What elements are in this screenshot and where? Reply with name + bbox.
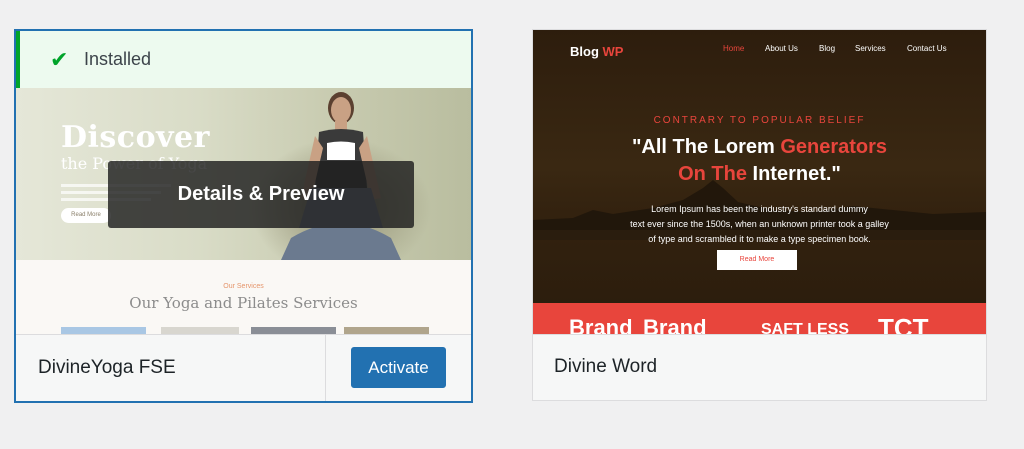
nav-item-about: About Us (765, 44, 798, 53)
service-thumb (344, 327, 429, 334)
site-logo: Blog WP (570, 44, 624, 59)
brand-logo: SAFT LESS (761, 321, 850, 334)
theme-name: DivineYoga FSE (38, 357, 176, 378)
installed-label: Installed (84, 49, 152, 69)
services-eyebrow: Our Services (223, 283, 264, 290)
hero-headline: "All The Lorem Generators On The Interne… (631, 136, 888, 185)
theme-screenshot[interactable]: ✔ Installed Discover the Power of Yoga R… (16, 31, 471, 334)
site-navbar: Blog WP Home About Us Blog Services Cont… (533, 30, 986, 70)
theme-card-footer: DivineYoga FSE Activate (16, 334, 471, 401)
theme-card-divine-word[interactable]: Blog WP Home About Us Blog Services Cont… (532, 29, 987, 401)
service-thumb (61, 327, 146, 334)
footer-divider (325, 335, 326, 401)
hero-read-more: Read More (717, 250, 797, 270)
theme-name: Divine Word (554, 356, 658, 377)
nav-item-home: Home (723, 44, 745, 53)
service-thumb (251, 327, 336, 334)
brand-logo: Brand (643, 315, 707, 334)
activate-button[interactable]: Activate (351, 347, 446, 388)
brand-logo: TCT (878, 313, 929, 334)
checkmark-icon: ✔ (50, 46, 69, 72)
brand-logos-strip: Brand Brand SAFT LESS TCT (533, 303, 986, 334)
hero-read-more: Read More (61, 208, 111, 223)
hero-title: Discover (61, 120, 210, 155)
nav-item-blog: Blog (819, 44, 836, 53)
service-thumb (161, 327, 239, 334)
details-preview-button[interactable]: Details & Preview (108, 161, 414, 228)
theme-card-footer: Divine Word (533, 334, 986, 400)
nav-item-contact: Contact Us (907, 44, 947, 53)
installed-notice: ✔ Installed (16, 31, 471, 88)
theme-screenshot[interactable]: Blog WP Home About Us Blog Services Cont… (533, 30, 986, 334)
hero-paragraph: Lorem Ipsum has been the industry's stan… (630, 204, 889, 244)
services-title: Our Yoga and Pilates Services (129, 294, 358, 312)
hero-eyebrow: CONTRARY TO POPULAR BELIEF (653, 115, 866, 126)
theme-card-divineyoga[interactable]: ✔ Installed Discover the Power of Yoga R… (14, 29, 473, 403)
nav-item-services: Services (855, 44, 886, 53)
brand-logo: Brand (569, 315, 633, 334)
